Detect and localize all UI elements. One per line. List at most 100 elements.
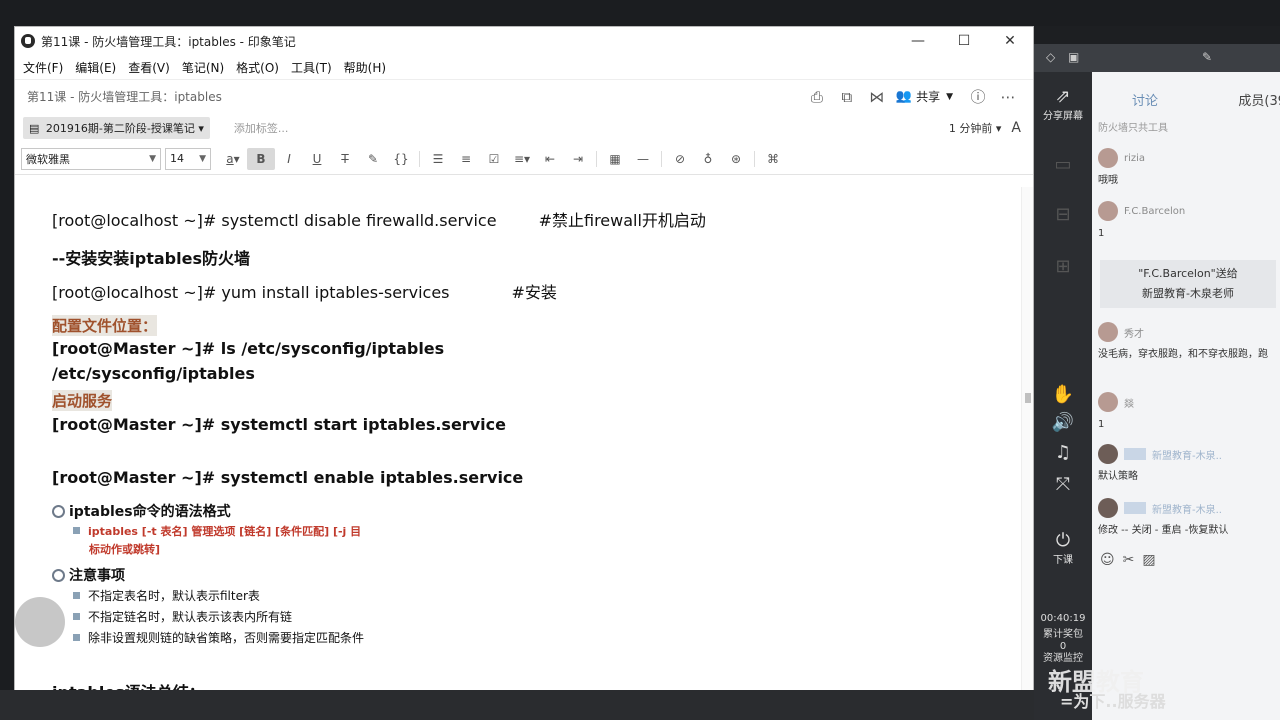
bold-icon[interactable]: B — [247, 147, 275, 170]
chat-message-text: 1 — [1098, 228, 1105, 239]
panel-pin-icon[interactable]: ✎ — [1202, 50, 1212, 64]
speaker-icon[interactable]: 🔊 — [1034, 412, 1092, 433]
image-icon[interactable]: ▨ — [1142, 552, 1155, 568]
outdent-icon[interactable]: ⇤ — [536, 148, 564, 170]
cmd-disable-firewalld: [root@localhost ~]# systemctl disable fi… — [52, 211, 706, 230]
table-icon[interactable]: ▦ — [601, 148, 629, 170]
panel-top-strip: ◇ ▣ ✎ — [1034, 44, 1280, 72]
strikethrough-icon[interactable]: T — [331, 148, 359, 170]
numbered-list-icon[interactable]: ≡ — [452, 148, 480, 170]
scissors-icon[interactable]: ✂ — [1123, 552, 1135, 568]
chat-message-text: 哦哦 — [1098, 175, 1118, 186]
font-family-select[interactable]: 微软雅黑 ▼ — [21, 147, 161, 170]
tool-icon-1[interactable]: ▭ — [1034, 154, 1092, 175]
menu-file[interactable]: 文件(F) — [23, 59, 63, 76]
syntax-line-a: iptables [-t 表名] 管理选项 [链名] [条件匹配] [-j 目 — [73, 523, 361, 539]
start-service-label: 启动服务 — [52, 390, 113, 411]
italic-icon[interactable]: I — [275, 148, 303, 170]
minimize-button[interactable]: — — [895, 33, 941, 49]
role-badge — [1124, 448, 1146, 460]
chevron-down-icon: ▼ — [946, 91, 953, 102]
chat-panel: 讨论 成员(39 防火墙只共工具 rizia 哦哦 F.C.Barcelon 1… — [1092, 72, 1280, 720]
expand-icon[interactable]: ⤧ — [1034, 474, 1092, 495]
note-title: 第11课 - 防火墙管理工具：iptables — [27, 90, 222, 104]
gift-notice: "F.C.Barcelon"送给 新盟教育-木泉老师 — [1100, 260, 1276, 308]
panel-window-icon[interactable]: ▣ — [1068, 50, 1079, 64]
horizontal-rule-icon[interactable]: — — [629, 148, 657, 170]
people-icon: 👥 — [895, 89, 913, 104]
evernote-app-icon — [21, 34, 35, 48]
present-icon[interactable]: ⧉ — [832, 85, 862, 109]
avatar — [1098, 392, 1118, 412]
maximize-button[interactable]: ☐ — [941, 33, 987, 49]
raise-hand-icon[interactable]: ✋ — [1034, 384, 1092, 405]
share-screen-button[interactable]: ⇗ 分享屏幕 — [1034, 86, 1092, 122]
menu-edit[interactable]: 编辑(E) — [75, 59, 116, 76]
more-format-icon[interactable]: ⌘ — [759, 148, 787, 170]
tab-discuss[interactable]: 讨论 — [1132, 90, 1158, 109]
menu-tools[interactable]: 工具(T) — [291, 59, 332, 76]
panel-back-icon[interactable]: ◇ — [1046, 50, 1055, 64]
vertical-scrollbar[interactable] — [1021, 187, 1033, 719]
truncated-message: 防火墙只共工具 — [1098, 123, 1168, 134]
more-icon[interactable]: ⋯ — [993, 85, 1023, 109]
chevron-down-icon: ▼ — [199, 153, 206, 164]
tab-members[interactable]: 成员(39 — [1238, 90, 1280, 109]
tool-icon-3[interactable]: ⊞ — [1034, 256, 1092, 277]
print-icon[interactable]: ⎙ — [802, 85, 832, 109]
mouse-cursor-highlight — [15, 597, 65, 647]
chat-message-header: 新盟教育-木泉.. — [1098, 444, 1222, 464]
audio-icon[interactable]: ♁ — [694, 148, 722, 170]
scrollbar-thumb[interactable] — [1025, 393, 1031, 403]
font-color-icon[interactable]: a ▾ — [219, 148, 247, 170]
highlight-icon[interactable]: ✎ — [359, 148, 387, 170]
chat-message-header: rizia — [1098, 148, 1145, 168]
encrypt-icon[interactable]: ⊛ — [722, 148, 750, 170]
font-size-select[interactable]: 14 ▼ — [165, 147, 211, 170]
chevron-down-icon: ▾ — [198, 122, 204, 135]
menu-note[interactable]: 笔记(N) — [182, 59, 224, 76]
notebook-selector[interactable]: ▤ 201916期-第二阶段-授课笔记 ▾ — [23, 117, 210, 139]
watermark-caption: =为下..服务器 — [1060, 692, 1166, 711]
menu-view[interactable]: 查看(V) — [128, 59, 170, 76]
share-screen-icon: ⇗ — [1055, 86, 1071, 107]
section-bullet-icon — [52, 505, 65, 518]
tool-icon-2[interactable]: ⊟ — [1034, 204, 1092, 225]
notebook-row: ▤ 201916期-第二阶段-授课笔记 ▾ 添加标签... 1 分钟前 ▾ A — [15, 113, 1033, 143]
indent-icon[interactable]: ⇥ — [564, 148, 592, 170]
toolbar-divider — [419, 150, 420, 167]
close-button[interactable]: ✕ — [987, 33, 1033, 49]
add-tag-field[interactable]: 添加标签... — [234, 120, 949, 136]
chat-message-text: 1 — [1098, 419, 1105, 430]
toolbar-divider — [754, 150, 755, 167]
chat-message-header: F.C.Barcelon — [1098, 201, 1185, 221]
checkbox-icon[interactable]: ☑ — [480, 148, 508, 170]
menu-format[interactable]: 格式(O) — [236, 59, 279, 76]
avatar — [1098, 201, 1118, 221]
config-location-label: 配置文件位置： — [52, 315, 158, 336]
share-button[interactable]: 👥 共享 ▼ — [896, 88, 953, 105]
end-class-button[interactable]: ⏻ 下课 — [1034, 530, 1092, 566]
attachment-icon[interactable]: ⊘ — [666, 148, 694, 170]
align-icon[interactable]: ≡▾ — [508, 148, 536, 170]
music-icon[interactable]: ♫ — [1034, 442, 1092, 463]
screen-left-band — [0, 26, 14, 720]
share-link-icon[interactable]: ⋈ — [862, 85, 892, 109]
note-body[interactable]: [root@localhost ~]# systemctl disable fi… — [15, 187, 1021, 719]
note-item-2: 不指定链名时，默认表示该表内所有链 — [73, 608, 292, 625]
square-bullet-icon — [73, 634, 80, 641]
chat-message-text: 默认策略 — [1098, 471, 1138, 482]
text-size-icon[interactable]: A — [1011, 120, 1021, 136]
underline-icon[interactable]: U — [303, 148, 331, 170]
code-icon[interactable]: {} — [387, 148, 415, 170]
chat-message-header: 燚 — [1098, 392, 1134, 412]
last-edited-time[interactable]: 1 分钟前 ▾ — [949, 120, 1002, 136]
bullet-list-icon[interactable]: ☰ — [424, 148, 452, 170]
square-bullet-icon — [73, 527, 80, 534]
note-item-3: 除非设置规则链的缺省策略，否则需要指定匹配条件 — [73, 629, 364, 646]
install-heading: --安装安装iptables防火墙 — [52, 249, 250, 268]
emoji-icon[interactable]: ☺ — [1100, 552, 1115, 568]
menu-help[interactable]: 帮助(H) — [344, 59, 386, 76]
note-header: 第11课 - 防火墙管理工具：iptables ⎙ ⧉ ⋈ 👥 共享 ▼ ⓘ ⋯ — [15, 79, 1033, 113]
info-icon[interactable]: ⓘ — [963, 85, 993, 109]
